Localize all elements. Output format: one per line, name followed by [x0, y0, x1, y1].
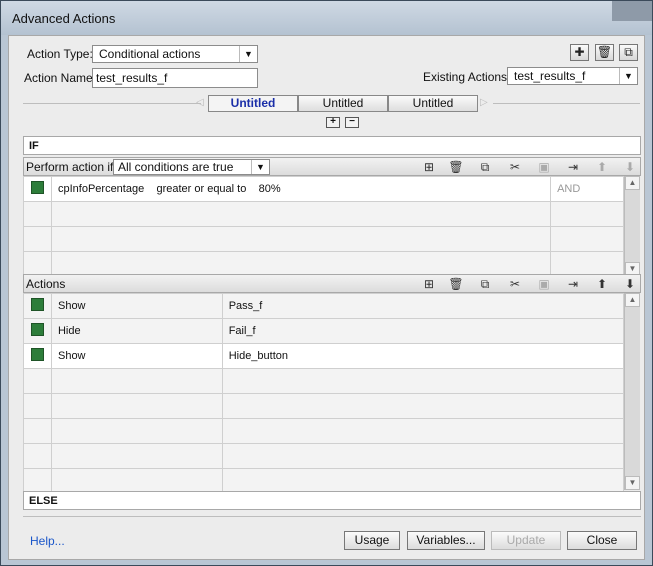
action-target[interactable]: Pass_f: [221, 293, 625, 319]
table-row[interactable]: [23, 251, 624, 277]
actions-scrollbar[interactable]: ▲ ▼: [624, 293, 640, 490]
existing-actions-label: Existing Actions:: [423, 70, 511, 84]
arrow-down-icon[interactable]: ⬇: [621, 159, 639, 175]
tab-untitled-1[interactable]: Untitled: [208, 95, 298, 112]
table-row[interactable]: [23, 443, 625, 469]
duplicate-icon: ⧉: [624, 45, 633, 59]
if-header: IF: [23, 136, 641, 155]
table-row[interactable]: [23, 468, 625, 494]
scroll-down-icon[interactable]: ▼: [625, 476, 640, 490]
action-marker-icon[interactable]: [30, 348, 44, 361]
paste-icon[interactable]: ▣: [535, 276, 553, 292]
existing-actions-value: test_results_f: [514, 69, 586, 83]
table-row[interactable]: [23, 201, 624, 227]
tab-untitled-3[interactable]: Untitled: [388, 95, 478, 112]
action-marker-icon[interactable]: [30, 323, 44, 336]
table-row[interactable]: Show Pass_f: [23, 293, 625, 319]
tab-scroll-left-icon[interactable]: ◁: [196, 97, 204, 108]
action-type-label: Action Type:: [27, 47, 93, 61]
action-command[interactable]: Show: [50, 343, 223, 369]
condition-variable[interactable]: cpInfoPercentage: [58, 183, 144, 195]
divider: [23, 516, 641, 517]
arrow-down-icon[interactable]: ⬇: [621, 276, 639, 292]
table-row[interactable]: [23, 226, 624, 252]
action-command[interactable]: Show: [50, 293, 223, 319]
chevron-down-icon: ▼: [239, 46, 257, 62]
update-button[interactable]: Update: [491, 531, 561, 550]
action-type-value: Conditional actions: [99, 47, 201, 61]
table-row[interactable]: [23, 393, 625, 419]
window-close-button[interactable]: [612, 1, 652, 21]
scroll-up-icon[interactable]: ▲: [625, 176, 640, 190]
action-target[interactable]: Fail_f: [221, 318, 625, 344]
add-action-button[interactable]: ✚: [570, 44, 589, 61]
if-toolbar: Perform action if: All conditions are tr…: [23, 157, 641, 176]
divider: [493, 103, 640, 104]
condition-value[interactable]: 80%: [259, 183, 281, 195]
conditions-table: cpInfoPercentage greater or equal to 80%…: [23, 176, 624, 277]
add-condition-icon[interactable]: ⊞: [420, 159, 438, 175]
delete-action-button[interactable]: 🗑: [595, 44, 614, 61]
perform-condition-select[interactable]: All conditions are true ▼: [113, 159, 270, 175]
insert-icon[interactable]: ⇥: [564, 159, 582, 175]
action-command[interactable]: Hide: [50, 318, 223, 344]
conditions-scrollbar[interactable]: ▲ ▼: [624, 176, 640, 276]
insert-icon[interactable]: ⇥: [564, 276, 582, 292]
variables-button[interactable]: Variables...: [407, 531, 485, 550]
table-row[interactable]: [23, 368, 625, 394]
trash-icon: 🗑: [596, 45, 613, 59]
actions-label: Actions: [26, 277, 66, 291]
condition-logic[interactable]: AND: [550, 176, 624, 202]
chevron-down-icon: ▼: [251, 160, 269, 174]
scroll-up-icon[interactable]: ▲: [625, 293, 640, 307]
table-row[interactable]: [23, 418, 625, 444]
scissors-icon[interactable]: ✂: [506, 159, 524, 175]
condition-marker-icon[interactable]: [30, 181, 44, 194]
trash-icon[interactable]: 🗑: [447, 159, 465, 175]
divider: [23, 103, 201, 104]
action-target[interactable]: Hide_button: [221, 343, 625, 369]
tab-scroll-right-icon[interactable]: ▷: [480, 97, 488, 108]
usage-button[interactable]: Usage: [344, 531, 400, 550]
actions-toolbar: Actions ⊞ 🗑 ⧉ ✂ ▣ ⇥ ⬆ ⬇: [23, 274, 641, 293]
scissors-icon[interactable]: ✂: [506, 276, 524, 292]
table-row[interactable]: Show Hide_button: [23, 343, 625, 369]
action-name-field[interactable]: test_results_f: [92, 68, 258, 88]
chevron-down-icon: ▼: [619, 68, 637, 84]
help-link[interactable]: Help...: [30, 534, 65, 548]
action-type-select[interactable]: Conditional actions ▼: [92, 45, 258, 63]
add-action-icon[interactable]: ⊞: [420, 276, 438, 292]
duplicate-action-button[interactable]: ⧉: [619, 44, 638, 61]
else-header[interactable]: ELSE: [23, 491, 641, 510]
paste-icon[interactable]: ▣: [535, 159, 553, 175]
duplicate-icon[interactable]: ⧉: [476, 276, 494, 292]
duplicate-icon[interactable]: ⧉: [476, 159, 494, 175]
trash-icon[interactable]: 🗑: [447, 276, 465, 292]
arrow-up-icon[interactable]: ⬆: [593, 159, 611, 175]
title-bar: Advanced Actions: [1, 1, 652, 35]
minus-icon: −: [349, 116, 355, 127]
dialog-body: Action Type: Conditional actions ▼ ✚ 🗑 ⧉…: [8, 35, 645, 560]
table-row[interactable]: cpInfoPercentage greater or equal to 80%…: [23, 176, 624, 202]
plus-icon: +: [330, 116, 336, 127]
arrow-up-icon[interactable]: ⬆: [593, 276, 611, 292]
advanced-actions-window: Advanced Actions Action Type: Conditiona…: [0, 0, 653, 566]
plus-icon: ✚: [574, 45, 585, 59]
existing-actions-select[interactable]: test_results_f ▼: [507, 67, 638, 85]
close-button[interactable]: Close: [567, 531, 637, 550]
perform-condition-value: All conditions are true: [118, 160, 234, 174]
table-row[interactable]: Hide Fail_f: [23, 318, 625, 344]
actions-table: Show Pass_f Hide Fail_f Show Hide_button: [23, 293, 625, 494]
add-tab-button[interactable]: +: [326, 117, 340, 128]
action-name-label: Action Name:: [24, 71, 97, 85]
window-title: Advanced Actions: [12, 11, 116, 26]
condition-operator[interactable]: greater or equal to: [156, 183, 246, 195]
action-marker-icon[interactable]: [30, 298, 44, 311]
perform-action-label: Perform action if:: [26, 160, 117, 174]
remove-tab-button[interactable]: −: [345, 117, 359, 128]
tab-untitled-2[interactable]: Untitled: [298, 95, 388, 112]
